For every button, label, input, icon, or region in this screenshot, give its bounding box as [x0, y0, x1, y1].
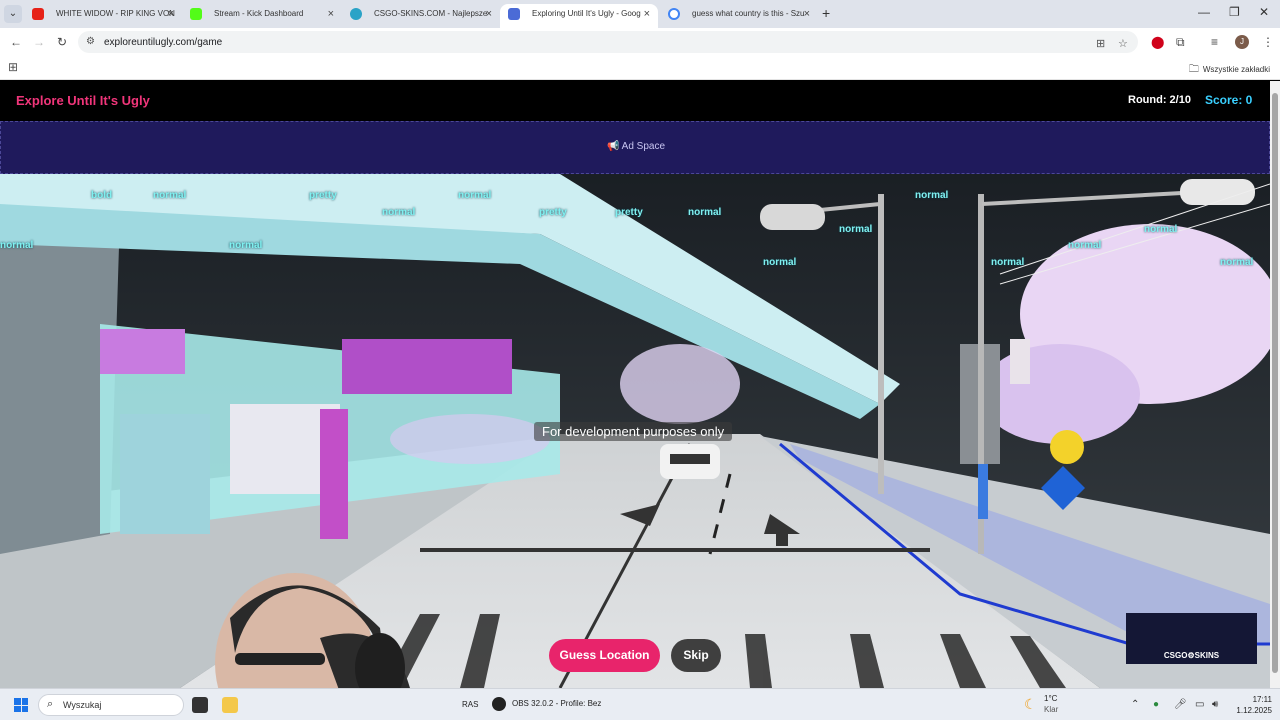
windows-start-icon[interactable]	[14, 698, 28, 712]
tab-search-button[interactable]: ⌄	[4, 5, 22, 23]
network-icon[interactable]: ▭	[1195, 699, 1204, 710]
obs-icon	[492, 697, 506, 711]
rating-tag[interactable]: normal	[1068, 240, 1101, 251]
close-tab-icon[interactable]: ×	[804, 4, 810, 24]
task-view-icon[interactable]	[192, 697, 208, 713]
back-arrow-icon[interactable]: ←	[10, 35, 22, 49]
close-tab-icon[interactable]: ×	[328, 4, 334, 24]
score-display: Score: 0	[1205, 93, 1253, 107]
close-tab-icon[interactable]: ×	[486, 4, 492, 24]
adblock-extension-icon[interactable]: ⬤	[1151, 35, 1164, 49]
taskbar-search-placeholder: Wyszukaj	[63, 700, 102, 710]
skip-button[interactable]: Skip	[671, 639, 721, 672]
url-omnibox[interactable]: ⚙ exploreuntilugly.com/game ⊞ ☆	[78, 31, 1138, 53]
rating-tag[interactable]: normal	[382, 207, 415, 218]
translate-icon[interactable]: ⊞	[1096, 37, 1105, 50]
page-scrollbar[interactable]	[1270, 81, 1280, 688]
browser-address-bar: ← → ↻ ⚙ exploreuntilugly.com/game ⊞ ☆ ⬤ …	[0, 28, 1280, 56]
rating-tag[interactable]: normal	[153, 190, 186, 201]
tab-title: CSGO-SKINS.COM - Najlepsze	[374, 9, 488, 18]
media-controls-icon[interactable]: ≡	[1211, 35, 1218, 49]
forward-arrow-icon[interactable]: →	[33, 35, 45, 49]
weather-temperature: 1°C	[1044, 694, 1058, 703]
minimize-icon[interactable]: —	[1198, 5, 1210, 19]
rating-tag[interactable]: normal	[1220, 257, 1253, 268]
google-favicon-icon	[668, 8, 680, 20]
round-counter: Round: 2/10	[1128, 94, 1191, 106]
dev-watermark: For development purposes only	[534, 422, 733, 441]
game-header: Explore Until It's Ugly Round: 2/10 Scor…	[0, 81, 1270, 121]
apps-grid-icon[interactable]: ⊞	[8, 60, 18, 74]
rating-tag[interactable]: pretty	[309, 190, 337, 201]
tab-exploring-until-ugly[interactable]: Exploring Until It's Ugly - Goog ×	[500, 4, 658, 28]
csgo-skins-overlay: CSGO⚙SKINS	[1126, 613, 1257, 664]
kebab-menu-icon[interactable]: ⋮	[1262, 35, 1274, 49]
rating-tag[interactable]: normal	[839, 224, 872, 235]
rating-tag[interactable]: normal	[0, 240, 33, 251]
tab-title: guess what country is this - Szu	[692, 9, 805, 18]
tab-google-search[interactable]: guess what country is this - Szu ×	[660, 4, 818, 28]
new-tab-icon[interactable]: +	[822, 5, 830, 21]
rating-tag[interactable]: pretty	[539, 207, 567, 218]
weather-description: Klar	[1044, 705, 1059, 714]
folder-icon: 🗀	[1188, 64, 1199, 75]
bookmark-star-icon[interactable]: ☆	[1118, 37, 1128, 50]
all-bookmarks-label: Wszystkie zakładki	[1202, 65, 1270, 74]
site-info-icon[interactable]: ⚙	[86, 36, 95, 47]
windows-taskbar: ⌕ Wyszukaj RAS OBS 32.0.2 - Profile: Bez…	[0, 688, 1280, 720]
close-tab-icon[interactable]: ×	[644, 4, 650, 24]
csgo-skins-label: CSGO⚙SKINS	[1163, 651, 1220, 660]
ad-space-label: 📢 Ad Space	[606, 141, 666, 152]
restore-icon[interactable]: ❐	[1229, 5, 1240, 19]
security-tray-icon[interactable]: ●	[1153, 699, 1159, 710]
tab-kick-dashboard[interactable]: Stream - Kick Dashboard ×	[182, 4, 342, 28]
guess-location-button[interactable]: Guess Location	[549, 639, 660, 672]
rating-tag[interactable]: normal	[991, 257, 1024, 268]
microphone-icon[interactable]: 🎤︎	[1174, 699, 1187, 710]
game-title[interactable]: Explore Until It's Ugly	[16, 93, 150, 108]
clock-date: 1.12.2025	[1236, 706, 1272, 715]
rating-tag[interactable]: pretty	[615, 207, 643, 218]
url-text[interactable]: exploreuntilugly.com/game	[104, 37, 222, 48]
show-hidden-icons-chevron-icon[interactable]: ⌃	[1131, 699, 1139, 710]
rating-tag[interactable]: normal	[1144, 224, 1177, 235]
rating-tag[interactable]: normal	[763, 257, 796, 268]
rating-tag[interactable]: normal	[688, 207, 721, 218]
tab-white-widow[interactable]: WHITE WIDOW - RIP KING VON ×	[24, 4, 182, 28]
bookmarks-bar: ⊞ 🗀 Wszystkie zakładki	[0, 56, 1280, 80]
moon-weather-icon: ☾	[1024, 696, 1037, 712]
clock-time: 17:11	[1252, 695, 1272, 704]
tab-title: Stream - Kick Dashboard	[214, 9, 304, 18]
taskbar-search-field[interactable]: ⌕ Wyszukaj	[38, 694, 184, 716]
rating-tag[interactable]: bold	[91, 190, 112, 201]
site-favicon-icon	[508, 8, 520, 20]
scrollbar-thumb[interactable]	[1272, 93, 1278, 673]
reload-icon[interactable]: ↻	[57, 35, 67, 49]
csgo-favicon-icon	[350, 8, 362, 20]
tab-title: WHITE WIDOW - RIP KING VON	[56, 9, 175, 18]
browser-tab-bar: ⌄ WHITE WIDOW - RIP KING VON × Stream - …	[0, 0, 1280, 28]
ad-space-banner[interactable]: 📢 Ad Space	[0, 121, 1270, 174]
all-bookmarks-button[interactable]: 🗀 Wszystkie zakładki	[1189, 62, 1270, 79]
rating-tag[interactable]: normal	[229, 240, 262, 251]
rating-tag[interactable]: normal	[915, 190, 948, 201]
kick-favicon-icon	[190, 8, 202, 20]
tab-csgo-skins[interactable]: CSGO-SKINS.COM - Najlepsze ×	[342, 4, 500, 28]
extensions-puzzle-icon[interactable]: ⧉	[1176, 35, 1185, 50]
taskbar-app-label[interactable]: RAS	[462, 700, 478, 709]
search-icon: ⌕	[47, 698, 54, 710]
rating-tag[interactable]: normal	[458, 190, 491, 201]
profile-avatar[interactable]: J	[1235, 35, 1249, 49]
obs-taskbar-item[interactable]: OBS 32.0.2 - Profile: Bez	[492, 697, 601, 711]
close-window-icon[interactable]: ✕	[1259, 5, 1269, 19]
youtube-favicon-icon	[32, 8, 44, 20]
obs-label: OBS 32.0.2 - Profile: Bez	[512, 699, 602, 709]
close-tab-icon[interactable]: ×	[168, 4, 174, 24]
volume-icon[interactable]: 🔊︎	[1212, 699, 1218, 710]
taskbar-clock[interactable]: 17:11 1.12.2025	[1224, 694, 1272, 716]
file-explorer-icon[interactable]	[222, 697, 238, 713]
tab-title: Exploring Until It's Ugly - Goog	[532, 9, 641, 18]
